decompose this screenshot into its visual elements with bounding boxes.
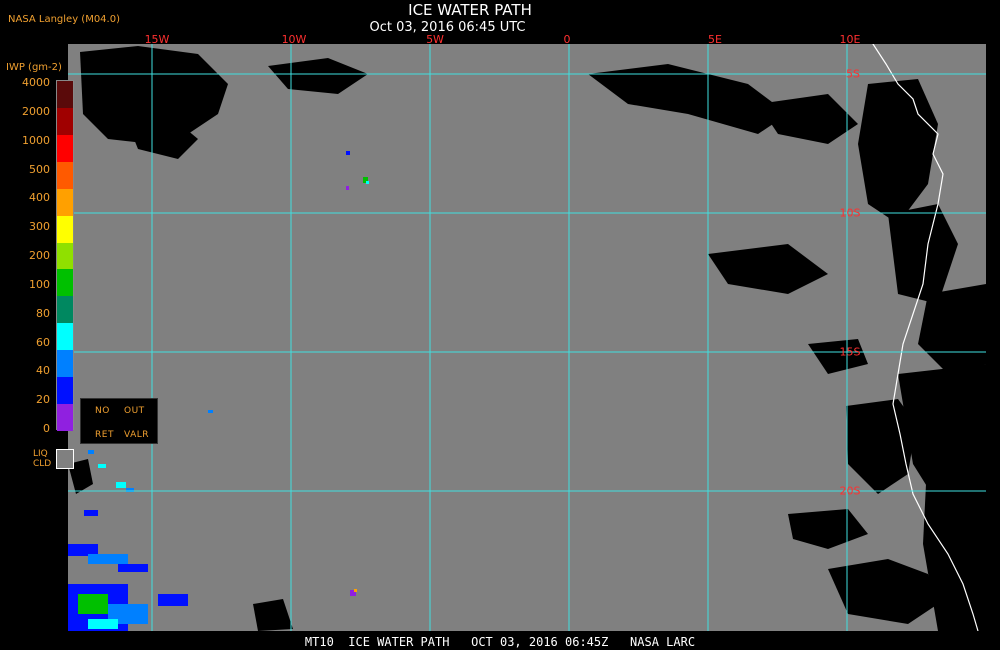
lat-label-20s: 20S — [839, 484, 861, 498]
map-background — [68, 44, 986, 631]
legend-tick-label: 300 — [29, 220, 50, 234]
color-swatch — [57, 296, 73, 324]
legend-ret-label: RET — [95, 430, 114, 440]
color-swatch — [57, 377, 73, 405]
lon-label-15w: 15W — [144, 33, 170, 46]
color-swatch — [57, 404, 73, 432]
legend-tick-label: 0 — [43, 422, 50, 435]
lat-label-5s: 5S — [846, 67, 860, 81]
color-swatch — [57, 134, 73, 162]
color-swatch — [57, 107, 73, 135]
color-swatch — [57, 350, 73, 378]
lon-label-10w: 10W — [281, 33, 307, 46]
legend-title: IWP (gm-2) — [6, 62, 62, 73]
liq-text: LIQ — [33, 449, 48, 459]
legend-tick-label: 1000 — [22, 133, 50, 147]
color-scale-bar — [56, 80, 74, 432]
cld-text: CLD — [33, 459, 52, 469]
color-swatch — [57, 242, 73, 270]
lon-label-10e: 10E — [839, 33, 861, 46]
legend-out-label: OUT — [124, 406, 145, 416]
color-swatch — [57, 188, 73, 216]
legend-tick-label: 80 — [36, 306, 50, 320]
legend-tick-label: 40 — [36, 364, 50, 378]
lat-label-15s: 15S — [839, 345, 861, 359]
legend-no-label: NO — [95, 406, 110, 416]
lon-label-5w: 5W — [426, 33, 444, 46]
image-title: ICE WATER PATH — [408, 1, 532, 19]
legend-tick-label: 60 — [36, 335, 50, 349]
color-swatch — [57, 81, 73, 108]
legend-tick-label: 400 — [29, 191, 50, 205]
legend-tick-label: 500 — [29, 162, 50, 176]
legend-tick-label: 4000 — [22, 76, 50, 89]
satellite-map — [68, 44, 986, 631]
legend-tick-label: 20 — [36, 393, 50, 407]
color-swatch — [57, 269, 73, 297]
liquid-cloud-swatch — [56, 449, 74, 469]
color-swatch — [57, 161, 73, 189]
legend-tick-label: 2000 — [22, 104, 50, 118]
legend-valr-label: VALR — [124, 430, 150, 440]
no-retrieval-legend: NO OUT RET VALR — [80, 398, 158, 444]
liquid-cloud-label: LIQ CLD — [33, 449, 51, 469]
producer-label: NASA Langley (M04.0) — [8, 14, 120, 25]
legend-tick-label: 200 — [29, 249, 50, 262]
lon-label-0: 0 — [563, 33, 571, 46]
footer-caption: MT10 ICE WATER PATH OCT 03, 2016 06:45Z … — [304, 635, 696, 649]
image-timestamp: Oct 03, 2016 06:45 UTC — [369, 20, 526, 35]
color-swatch — [57, 215, 73, 243]
legend-tick-label: 100 — [29, 277, 50, 291]
color-swatch — [57, 323, 73, 351]
lon-label-5e: 5E — [708, 33, 722, 46]
lat-label-10s: 10S — [839, 206, 861, 220]
